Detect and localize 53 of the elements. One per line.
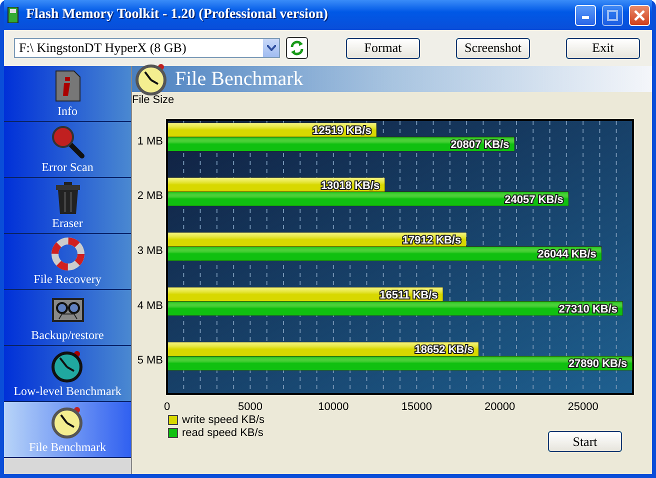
legend-swatch xyxy=(168,415,178,425)
bar-value-label: 16511 KB/s xyxy=(380,289,438,302)
tick-label: 20000 xyxy=(484,401,516,413)
drive-dropdown[interactable]: F:\ KingstonDT HyperX (8 GB) xyxy=(14,38,280,58)
toolbar-button[interactable]: Format xyxy=(346,38,420,58)
bar-value-label: 13018 KB/s xyxy=(320,180,380,192)
refresh-icon xyxy=(290,40,304,56)
minimize-button[interactable] xyxy=(575,4,596,26)
legend-label: read speed KB/s xyxy=(182,427,264,439)
panel-title: File Benchmark xyxy=(175,68,304,90)
tick-label: 0 xyxy=(164,401,170,413)
category-label: 5 MB xyxy=(137,354,163,367)
tick-label: 15000 xyxy=(401,401,432,413)
bar-value-label: 26044 KB/s xyxy=(538,248,596,261)
sidebar-item[interactable]: Low-level Benchmark xyxy=(4,346,131,402)
maximize-button[interactable] xyxy=(602,4,623,26)
toolbar-button[interactable]: Screenshot xyxy=(456,38,530,58)
tick-label: 5000 xyxy=(238,401,262,413)
bar-value-label: 27310 KB/s xyxy=(558,303,618,316)
sidebar-item[interactable]: Error Scan xyxy=(4,122,131,178)
sidebar-item[interactable]: Eraser xyxy=(4,178,131,234)
category-label: 3 MB xyxy=(137,245,163,257)
maximize-icon xyxy=(607,10,618,20)
bar-value-label: 12519 KB/s xyxy=(312,125,372,137)
close-button[interactable] xyxy=(629,4,650,26)
sidebar-item[interactable]: File Recovery xyxy=(4,234,131,290)
tick-label: 25000 xyxy=(568,401,598,413)
sidebar-item[interactable]: Backup/restore xyxy=(4,290,131,346)
tick-label: 10000 xyxy=(318,401,349,413)
bar-value-label: 27890 KB/s xyxy=(568,358,628,370)
stopwatch-icon xyxy=(50,405,84,439)
stopwatch-icon xyxy=(50,349,84,383)
category-label: 1 MB xyxy=(137,135,163,148)
close-icon xyxy=(634,10,645,20)
category-label: 4 MB xyxy=(137,300,163,312)
stopwatch-icon xyxy=(135,62,169,96)
toolbar-button[interactable]: Exit xyxy=(566,38,640,58)
axis-title: File Size xyxy=(132,94,174,106)
legend-swatch xyxy=(168,428,178,438)
bar-value-label: 24057 KB/s xyxy=(504,194,564,206)
life-ring-icon xyxy=(50,237,84,271)
category-label: 2 MB xyxy=(137,190,163,202)
start-button[interactable]: Start xyxy=(548,431,622,452)
caret-icon xyxy=(266,45,276,51)
flash-drive-icon xyxy=(6,7,20,23)
window-title: Flash Memory Toolkit - 1.20 (Professional version) xyxy=(26,7,329,23)
magnifier-icon xyxy=(50,125,84,159)
refresh-button[interactable] xyxy=(286,37,308,59)
legend-label: write speed KB/s xyxy=(182,414,265,426)
bar-value-label: 18652 KB/s xyxy=(414,344,474,356)
bar-value-label: 17912 KB/s xyxy=(402,234,462,247)
sidebar-item[interactable]: Info xyxy=(4,66,131,122)
bar-value-label: 20807 KB/s xyxy=(450,139,510,151)
